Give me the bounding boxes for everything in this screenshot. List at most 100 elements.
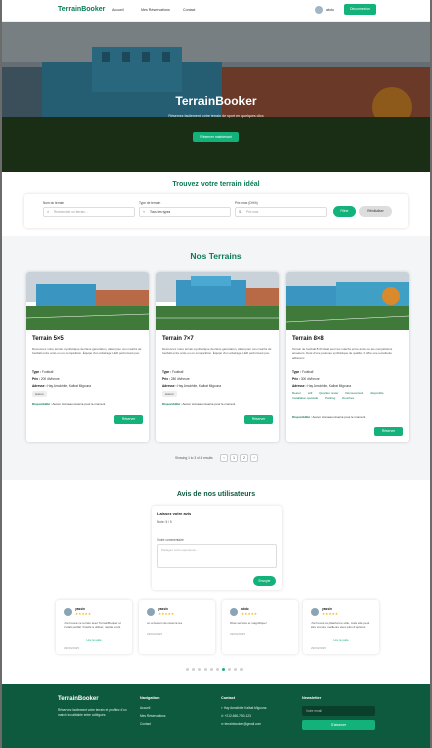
type-select-value: Tous les types	[150, 210, 171, 214]
pagination-page-1[interactable]: 1	[230, 454, 238, 462]
filter-button[interactable]: Filtrer	[333, 206, 356, 217]
user-avatar[interactable]	[315, 6, 323, 14]
hero-subtitle: Réservez facilement votre terrain de spo…	[168, 114, 264, 118]
review-date: 29/04/2025	[64, 646, 80, 650]
rating-stars: ★★★★★	[322, 612, 339, 616]
rating-stars: ★★★★★	[75, 612, 92, 616]
carousel-dot[interactable]	[216, 668, 219, 671]
nav-link-contact[interactable]: Contact	[183, 8, 195, 12]
terrain-description: Terrain de football 8×8 idéal pour les m…	[292, 347, 393, 360]
terrain-type: Type : Football	[292, 370, 314, 374]
carousel-dot[interactable]	[198, 668, 201, 671]
terrain-description: Découvrez notre terrain synthétique dern…	[162, 347, 272, 356]
footer-contact-title: Contact	[221, 696, 236, 700]
logout-button[interactable]: Déconnexion	[344, 4, 376, 15]
pagination-next[interactable]: ›	[250, 454, 258, 462]
avatar	[64, 608, 72, 616]
newsletter-subscribe-button[interactable]: S'abonner	[302, 720, 375, 730]
newsletter-email-input[interactable]: Votre email	[302, 706, 375, 716]
terrain-type: Type : Football	[162, 370, 184, 374]
carousel-dot[interactable]	[210, 668, 213, 671]
carousel-dot[interactable]	[186, 668, 189, 671]
user-name[interactable]: abdo	[326, 8, 334, 12]
type-label: Type de terrain	[139, 201, 161, 205]
footer-phone: ✆ +212-660-750-123	[221, 714, 251, 718]
price-max-input[interactable]: $ Prix max	[235, 207, 327, 217]
review-rating[interactable]: Note: 5 / 5	[157, 520, 172, 524]
comment-textarea[interactable]: Partagez votre expérience...	[157, 544, 277, 568]
tag: Aucun	[162, 391, 177, 397]
tag: Douches	[342, 396, 354, 401]
page: TerrainBooker Accueil Mes Réservations C…	[2, 0, 430, 748]
footer: TerrainBooker Réservez facilement votre …	[2, 684, 430, 748]
carousel-dot[interactable]	[222, 668, 225, 671]
avatar	[230, 608, 238, 616]
terrains-section-title: Nos Terrains	[190, 251, 242, 261]
footer-link-contact[interactable]: Contact	[140, 722, 151, 726]
review-card: yassin ★★★★★ J'ai trouvé ce terrain avec…	[56, 600, 132, 654]
carousel-dot[interactable]	[204, 668, 207, 671]
reset-button[interactable]: Réinitialiser	[359, 206, 392, 217]
footer-link-accueil[interactable]: Accueil	[140, 706, 150, 710]
terrain-tags: Aucun	[32, 391, 50, 397]
footer-brand: TerrainBooker	[58, 696, 99, 702]
reviewer-name: yassin	[158, 607, 168, 611]
tag: Aucun	[32, 391, 47, 397]
rating-stars: ★★★★★	[241, 612, 258, 616]
carousel-dot[interactable]	[234, 668, 237, 671]
terrain-image[interactable]	[156, 272, 279, 330]
submit-review-button[interactable]: Envoyer	[253, 576, 276, 586]
nav-link-reservations[interactable]: Mes Réservations	[141, 8, 170, 12]
terrain-image[interactable]	[26, 272, 149, 330]
read-more-link[interactable]: Lire la suite	[56, 638, 132, 642]
footer-link-reservations[interactable]: Mes Réservations	[140, 714, 166, 718]
name-search-placeholder: Rechercher un terrain...	[54, 210, 88, 214]
tag: Installation spéciale	[292, 396, 319, 401]
review-card: yassin ★★★★★ on a besoin de réservé les …	[139, 600, 215, 654]
review-form-title: Laissez votre avis	[157, 511, 192, 516]
pagination-summary: Showing 1 to 3 of 4 results	[175, 456, 213, 460]
hero-banner: TerrainBooker Réservez facilement votre …	[2, 22, 430, 172]
avatar	[311, 608, 319, 616]
reserve-button[interactable]: Réserver	[114, 415, 143, 424]
price-max-placeholder: Prix max	[246, 210, 259, 214]
pagination-prev[interactable]: ‹	[220, 454, 228, 462]
footer-newsletter-title: Newsletter	[302, 696, 322, 700]
hero-title: TerrainBooker	[175, 94, 257, 108]
terrain-tags: Retour wifi Quartier rester Découvertant…	[292, 391, 403, 402]
search-icon: ⌕	[47, 209, 50, 214]
read-more-link[interactable]: Lire la suite	[303, 638, 379, 642]
terrain-availability: Disponibilité : Aucun créneau réservé po…	[32, 402, 106, 406]
tag: Parking	[325, 396, 336, 401]
reviews-section-title: Avis de nos utilisateurs	[176, 491, 256, 498]
footer-nav-title: Navigation	[140, 696, 160, 700]
rating-stars: ★★★★★	[158, 612, 175, 616]
reserve-button[interactable]: Réserver	[374, 427, 403, 436]
reserve-button[interactable]: Réserver	[244, 415, 273, 424]
terrain-image[interactable]	[286, 272, 409, 330]
hero-cta-button[interactable]: Réserver maintenant	[193, 132, 239, 142]
name-search-input[interactable]: ⌕ Rechercher un terrain...	[43, 207, 135, 217]
review-text: Wow service et magnifique!	[230, 621, 267, 625]
terrain-type: Type : Football	[32, 370, 54, 374]
terrain-availability: Disponibilité : Aucun créneau réservé po…	[292, 415, 366, 419]
type-select[interactable]: ▿ Tous les types	[139, 207, 231, 217]
search-card: Nom du terrain ⌕ Rechercher un terrain..…	[24, 194, 408, 228]
review-date: 29/04/2025	[230, 632, 246, 636]
pagination-page-2[interactable]: 2	[240, 454, 248, 462]
footer-address: ⌖ Hay Amokhtie Kalbat Migouna	[221, 706, 267, 710]
price-label: Prix max (DH/h)	[235, 201, 258, 205]
filter-icon: ▿	[143, 209, 146, 214]
brand-logo[interactable]: TerrainBooker	[58, 6, 105, 13]
nav-link-accueil[interactable]: Accueil	[112, 8, 124, 12]
terrain-address: Adresse : Hay Amokhtie, Kalbat Migouna	[162, 384, 222, 388]
carousel-dot[interactable]	[192, 668, 195, 671]
terrain-address: Adresse : Hay Amokhtie, Kalbat Migouna	[32, 384, 92, 388]
terrain-name: Terrain 8×8	[292, 336, 324, 342]
review-text: J'ai trouvé ce terrain avec TerrainBooke…	[64, 621, 121, 630]
carousel-dot[interactable]	[228, 668, 231, 671]
review-date: 29/04/2025	[311, 646, 327, 650]
terrain-availability: Disponibilité : Aucun créneau réservé po…	[162, 402, 236, 406]
terrain-address: Adresse : Hay Amokhtie, Kalbat Migouna	[292, 384, 352, 388]
carousel-dot[interactable]	[240, 668, 243, 671]
